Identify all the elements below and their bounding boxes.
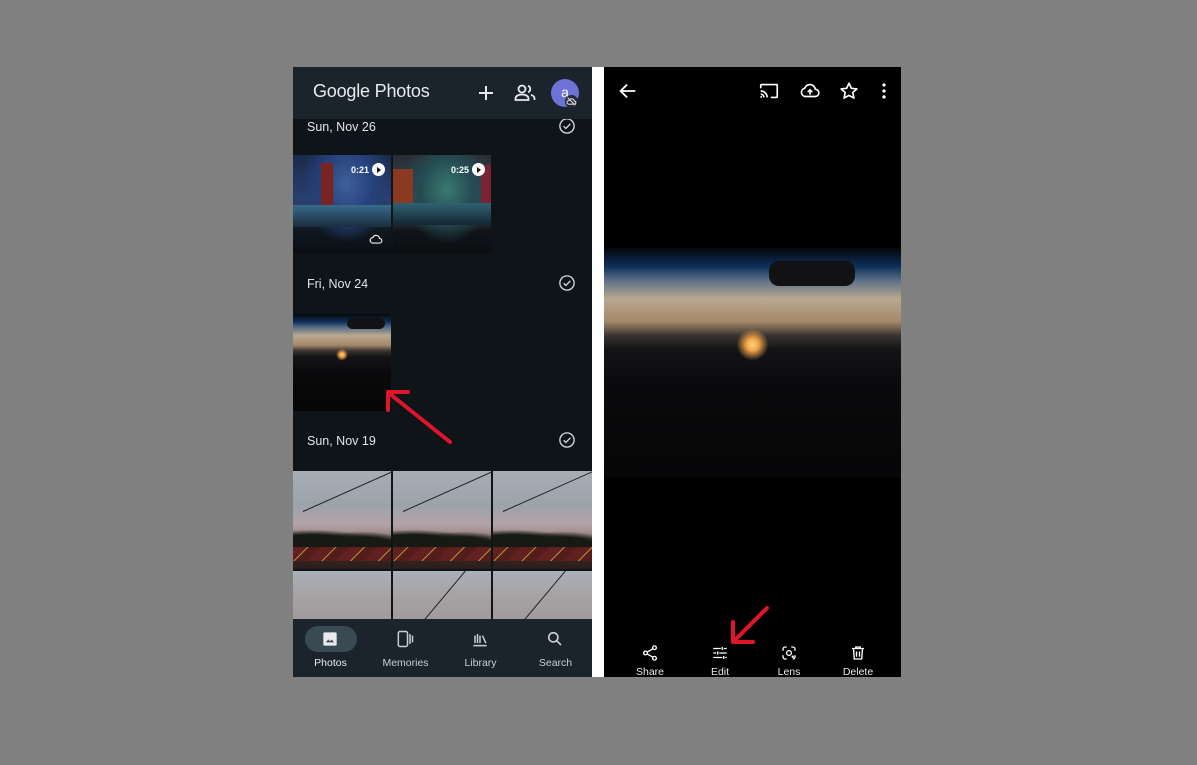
photo-thumbnail[interactable] [493, 471, 592, 569]
lens-icon [782, 646, 796, 660]
back-arrow-icon[interactable] [617, 80, 639, 102]
cast-icon[interactable] [758, 80, 780, 102]
play-icon [472, 163, 485, 176]
photo-thumbnail[interactable] [493, 571, 592, 621]
photo-thumbnail[interactable] [293, 571, 391, 621]
shared-people-icon[interactable] [513, 81, 537, 105]
action-label: Lens [777, 666, 801, 677]
action-label: Share [635, 666, 665, 677]
cloud-icon [369, 234, 383, 244]
thumbnail-content [393, 547, 491, 561]
thumbnail-content [402, 471, 491, 512]
thumbnail-content [293, 205, 391, 227]
select-all-check-icon[interactable] [558, 274, 576, 292]
share-button[interactable]: Share [620, 642, 680, 677]
thumbnail-content [293, 527, 391, 549]
google-photos-grid-screen: Sun, Nov 26 0:21 0:25 Fri, Nov 24 Sun, N… [293, 67, 592, 677]
video-duration: 0:21 [350, 165, 369, 175]
photo-viewer-screen: Share Edit Lens Delete [604, 67, 901, 677]
trash-icon [852, 646, 864, 660]
thumbnail-content [493, 547, 592, 561]
thumbnail-content [347, 318, 385, 329]
photos-icon [323, 632, 337, 646]
library-icon [473, 634, 487, 647]
nav-label: Search [538, 657, 573, 669]
date-header-nov-24: Fri, Nov 24 [293, 270, 592, 300]
viewer-toolbar [604, 67, 901, 117]
select-all-check-icon[interactable] [558, 431, 576, 449]
bottom-navigation: Photos Memories Library Search [293, 619, 592, 677]
video-duration: 0:25 [450, 165, 469, 175]
action-label: Delete [842, 666, 874, 677]
edit-button[interactable]: Edit [690, 642, 750, 677]
app-title-google: Google [313, 81, 370, 101]
thumbnail-content [302, 471, 391, 512]
cloud-upload-icon[interactable] [799, 80, 821, 102]
thumbnail-content [422, 571, 482, 621]
thumbnail-content [502, 471, 592, 512]
viewer-action-bar: Share Edit Lens Delete [604, 642, 901, 677]
action-label: Edit [710, 666, 730, 677]
search-icon [547, 631, 562, 646]
photo-thumbnail[interactable] [293, 471, 391, 569]
more-vert-icon[interactable] [873, 80, 895, 102]
photo-thumbnail-car-sunset[interactable] [293, 314, 391, 411]
nav-label: Photos [314, 657, 347, 669]
date-label: Fri, Nov 24 [307, 277, 369, 291]
thumbnail-content [393, 527, 491, 549]
delete-button[interactable]: Delete [828, 642, 888, 677]
app-header: Google Photos a [293, 67, 592, 119]
thumbnail-content [393, 203, 491, 225]
nav-label: Library [464, 657, 497, 669]
nav-tab-library[interactable]: Library [443, 619, 518, 677]
nav-label: Memories [382, 657, 429, 669]
nav-tab-search[interactable]: Search [518, 619, 592, 677]
nav-tab-photos[interactable]: Photos [293, 619, 368, 677]
cloud-off-icon [565, 95, 578, 108]
photo-thumbnail[interactable] [393, 471, 491, 569]
app-title-photos: Photos [374, 81, 430, 101]
nav-tab-memories[interactable]: Memories [368, 619, 443, 677]
add-icon[interactable] [474, 81, 498, 105]
photo-content [769, 261, 855, 286]
memories-icon [397, 630, 414, 648]
panel-divider [592, 67, 604, 677]
share-icon [642, 645, 658, 661]
date-header-nov-19: Sun, Nov 19 [293, 427, 592, 457]
full-photo-car-sunset[interactable] [604, 248, 901, 478]
video-thumbnail[interactable]: 0:25 [393, 155, 491, 253]
edit-sliders-icon [713, 647, 727, 659]
thumbnail-content [522, 571, 582, 621]
star-icon[interactable] [838, 80, 860, 102]
select-all-check-icon[interactable] [558, 117, 576, 135]
date-label: Sun, Nov 26 [307, 120, 376, 134]
play-icon [372, 163, 385, 176]
photo-thumbnail[interactable] [393, 571, 491, 621]
thumbnail-content [293, 547, 391, 561]
date-label: Sun, Nov 19 [307, 434, 376, 448]
screenshot-stage: Sun, Nov 26 0:21 0:25 Fri, Nov 24 Sun, N… [0, 0, 1197, 765]
app-title: Google Photos [313, 81, 430, 102]
thumbnail-content [493, 527, 592, 549]
lens-button[interactable]: Lens [759, 642, 819, 677]
video-thumbnail[interactable]: 0:21 [293, 155, 391, 253]
